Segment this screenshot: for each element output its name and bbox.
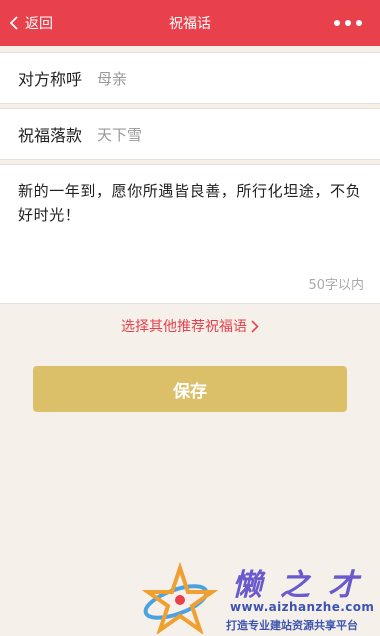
more-dot — [334, 20, 340, 26]
watermark-slogan: 打造专业建站资源共享平台 — [226, 619, 358, 632]
message-box: 新的一年到，愿你所遇皆良善，所行化坦途，不负好时光！ 50字以内 — [0, 164, 380, 304]
recommend-link-label: 选择其他推荐祝福语 — [121, 319, 247, 335]
page-title: 祝福话 — [169, 16, 211, 32]
signature-label: 祝福落款 — [18, 126, 83, 145]
watermark-brand: 懒之才 — [232, 568, 376, 603]
chevron-right-icon — [251, 319, 259, 333]
more-dots-icon[interactable] — [334, 0, 362, 46]
signature-input[interactable] — [97, 125, 380, 143]
recipient-input[interactable] — [97, 69, 380, 87]
back-button[interactable]: 返回 — [10, 0, 53, 46]
back-label: 返回 — [25, 16, 53, 32]
recipient-label: 对方称呼 — [18, 70, 83, 89]
more-dot — [345, 20, 351, 26]
chevron-left-icon — [10, 16, 18, 30]
watermark: 懒之才 www.aizhanzhe.com 打造专业建站资源共享平台 — [140, 560, 380, 636]
more-dot — [356, 20, 362, 26]
message-limit-hint: 50字以内 — [308, 278, 364, 293]
recommend-greeting-link[interactable]: 选择其他推荐祝福语 — [0, 314, 380, 338]
watermark-url: www.aizhanzhe.com — [230, 600, 375, 614]
recipient-row: 对方称呼 — [0, 52, 380, 104]
save-button[interactable]: 保存 — [33, 366, 347, 412]
message-textarea[interactable]: 新的一年到，愿你所遇皆良善，所行化坦途，不负好时光！ — [18, 179, 364, 269]
signature-row: 祝福落款 — [0, 108, 380, 160]
nav-bar: 返回 祝福话 — [0, 0, 380, 46]
watermark-logo-icon — [141, 562, 218, 634]
